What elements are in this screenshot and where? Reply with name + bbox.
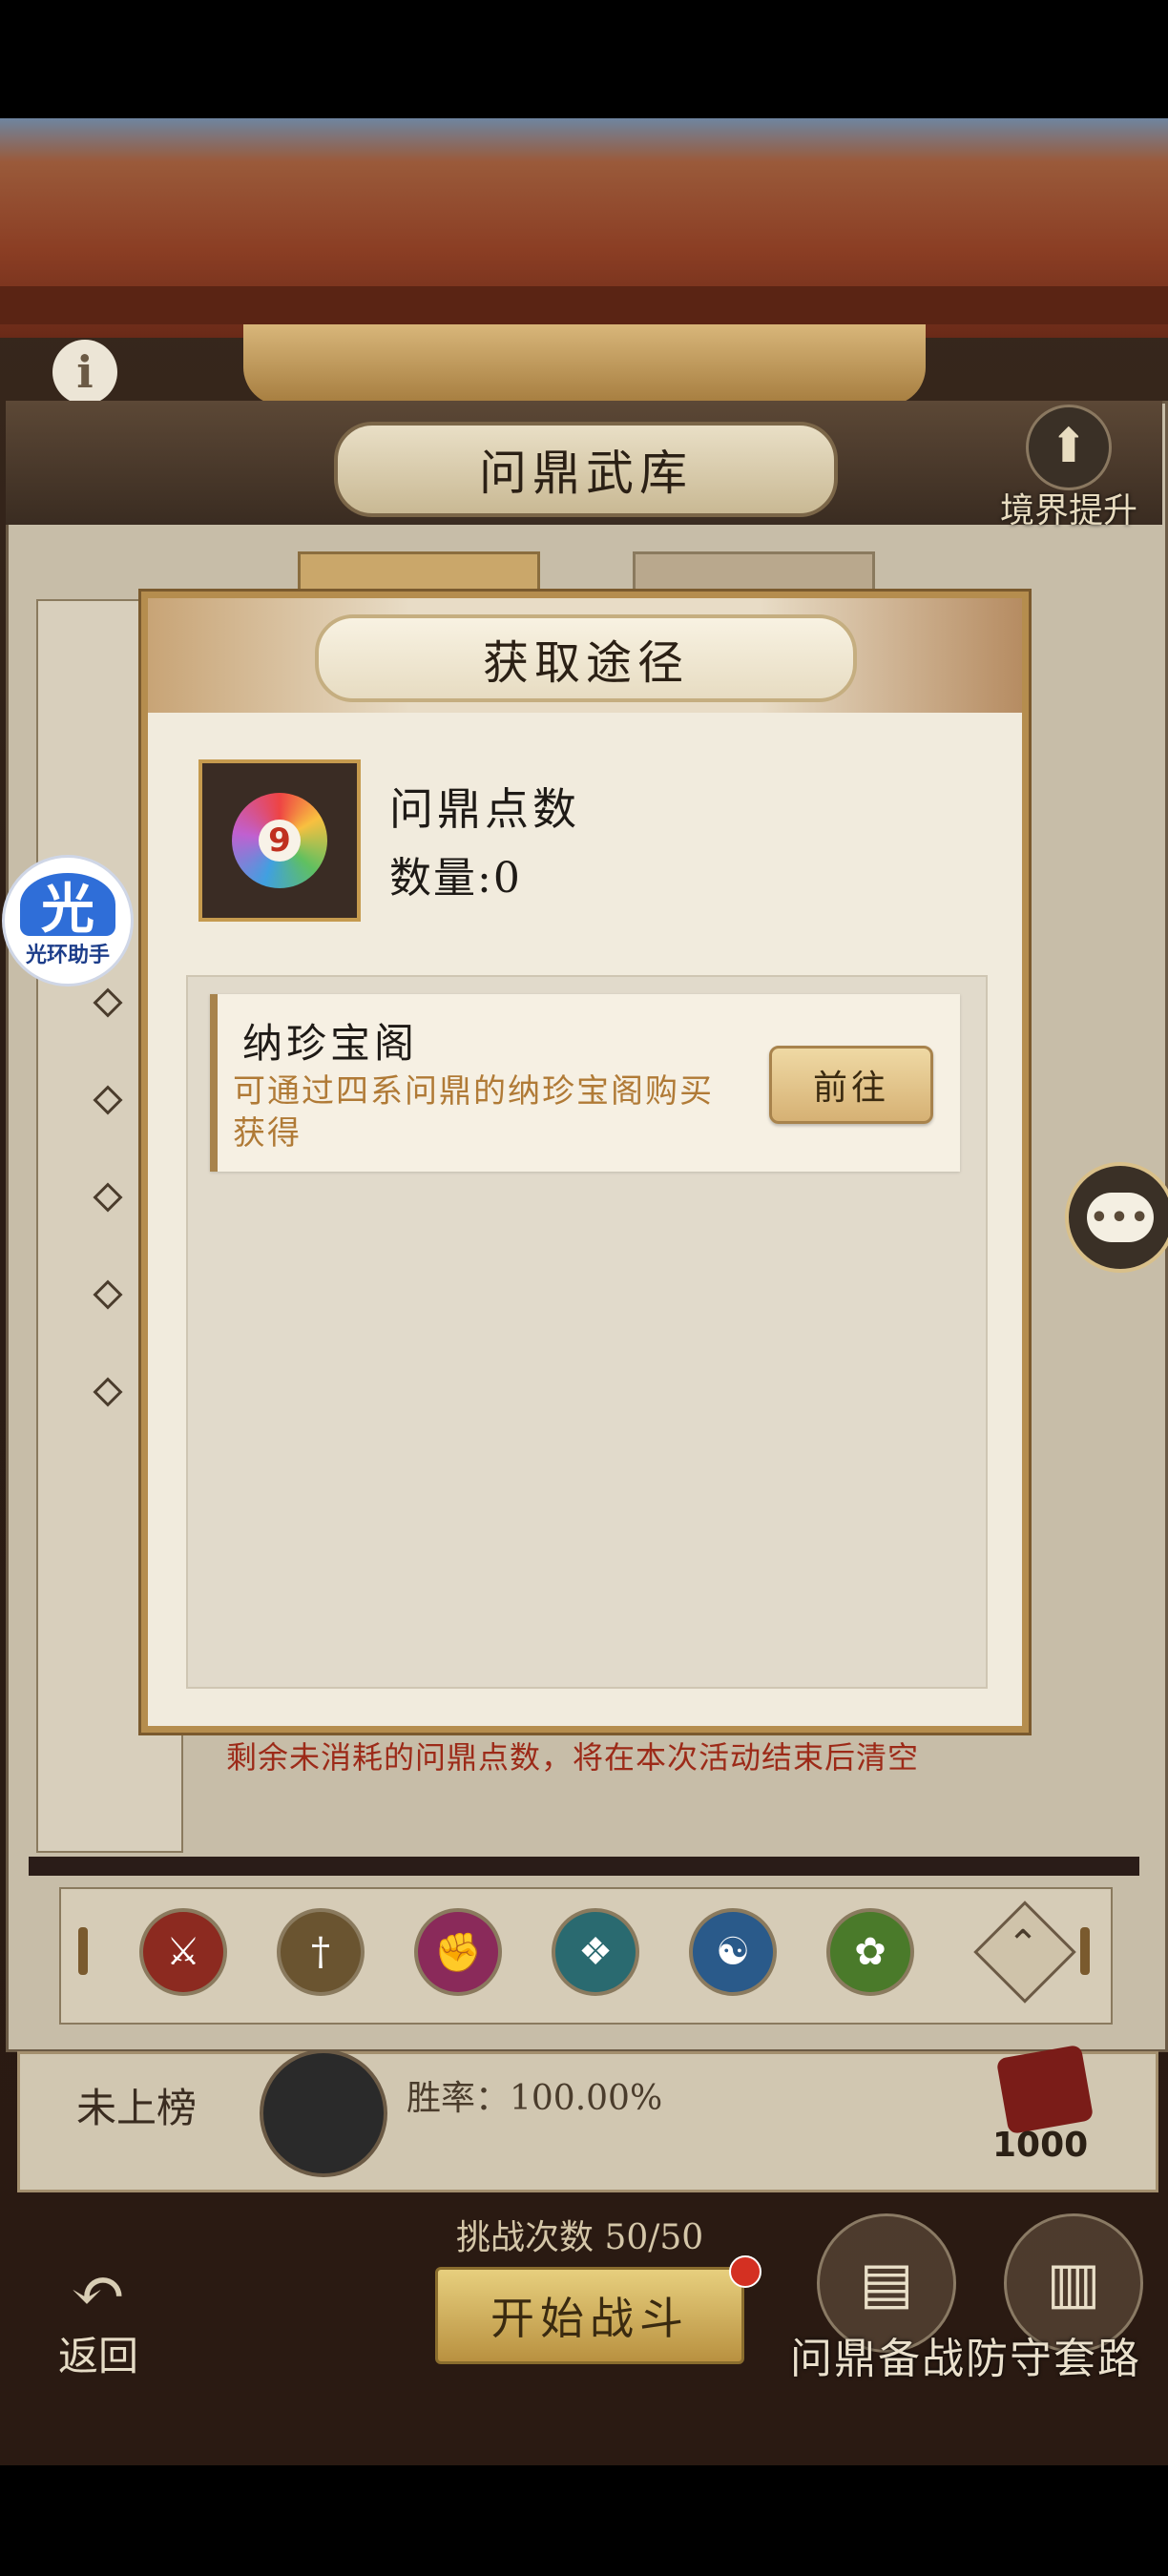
source-description: 可通过四系问鼎的纳珍宝阁购买获得 <box>233 1072 714 1153</box>
modal-title: 获取途径 <box>315 614 857 702</box>
goto-button[interactable]: 前往 <box>769 1046 933 1124</box>
item-icon-frame: 9 <box>198 759 361 922</box>
status-bar <box>0 0 1168 118</box>
wending-points-icon: 9 <box>232 793 327 888</box>
orb-core: 9 <box>259 820 301 862</box>
bottom-bar <box>0 2465 1168 2576</box>
item-name: 问鼎点数 <box>389 783 580 835</box>
source-title: 纳珍宝阁 <box>242 1020 419 1067</box>
item-quantity: 数量:0 <box>389 854 522 903</box>
